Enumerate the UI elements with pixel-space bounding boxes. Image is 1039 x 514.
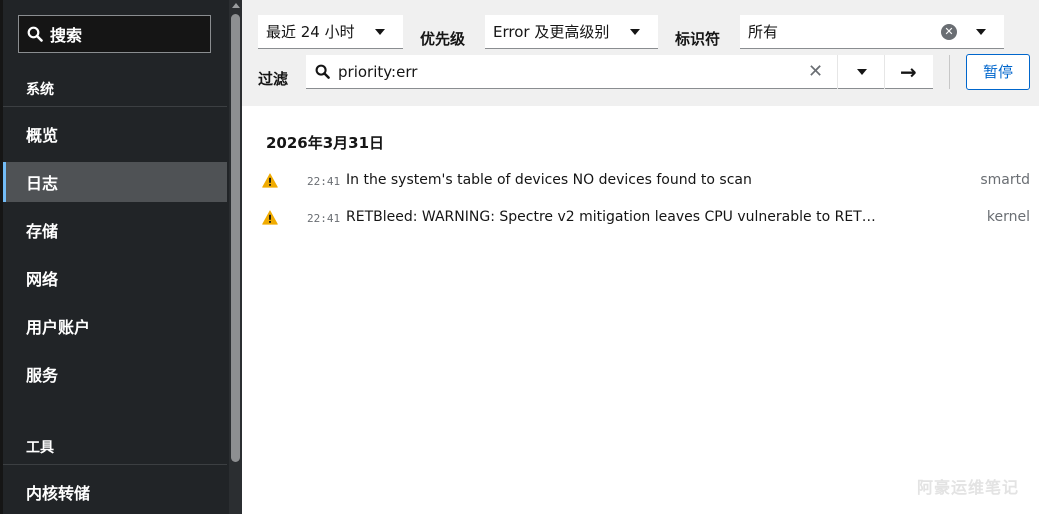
sidebar-item-storage[interactable]: 存储 bbox=[3, 210, 227, 250]
cockpit-app: 搜索 系统 概览 日志 存储 网络 用户账户 服务 工具 内核转储 最近 24 … bbox=[0, 0, 1039, 514]
priority-label: 优先级 bbox=[420, 30, 466, 48]
log-time: 22:41 bbox=[307, 212, 341, 225]
identifier-label: 标识符 bbox=[675, 30, 721, 48]
toolbar-separator bbox=[949, 55, 950, 89]
time-range-select[interactable]: 最近 24 小时 bbox=[258, 15, 403, 49]
identifier-value: 所有 bbox=[748, 23, 779, 41]
log-entry[interactable]: 22:41 RETBleed: WARNING: Spectre v2 miti… bbox=[242, 205, 1039, 231]
search-icon bbox=[27, 26, 43, 42]
search-icon bbox=[315, 64, 330, 79]
log-date-heading: 2026年3月31日 bbox=[266, 134, 385, 152]
log-message: In the system's table of devices NO devi… bbox=[346, 172, 752, 188]
scrollbar-thumb[interactable] bbox=[231, 14, 240, 462]
sidebar-search-label: 搜索 bbox=[50, 26, 83, 45]
caret-down-icon bbox=[630, 29, 640, 35]
sidebar-item-network[interactable]: 网络 bbox=[3, 258, 227, 298]
log-source: kernel bbox=[986, 209, 1030, 225]
pause-button[interactable]: 暂停 bbox=[966, 54, 1030, 90]
filter-value: priority:err bbox=[338, 63, 418, 81]
caret-down-icon bbox=[375, 29, 385, 35]
divider bbox=[837, 55, 838, 89]
watermark: 阿豪运维笔记 bbox=[916, 478, 1019, 497]
identifier-select[interactable]: 所有 ✕ bbox=[740, 15, 1004, 49]
sidebar-item-accounts[interactable]: 用户账户 bbox=[3, 306, 227, 346]
logs-toolbar: 最近 24 小时 优先级 Error 及更高级别 标识符 所有 ✕ 过滤 pri… bbox=[242, 0, 1039, 106]
divider bbox=[3, 106, 227, 107]
sidebar-scrollbar[interactable] bbox=[229, 0, 242, 514]
divider bbox=[3, 464, 227, 465]
filter-history-caret-icon[interactable] bbox=[857, 69, 867, 75]
sidebar-item-kdump[interactable]: 内核转储 bbox=[3, 472, 227, 512]
log-message: RETBleed: WARNING: Spectre v2 mitigation… bbox=[346, 209, 878, 225]
divider bbox=[884, 55, 885, 89]
log-entry[interactable]: 22:41 In the system's table of devices N… bbox=[242, 168, 1039, 194]
sidebar-item-overview[interactable]: 概览 bbox=[3, 114, 227, 154]
filter-label: 过滤 bbox=[258, 70, 289, 88]
log-source: smartd bbox=[980, 172, 1030, 188]
time-range-value: 最近 24 小时 bbox=[266, 23, 355, 41]
sidebar-search[interactable]: 搜索 bbox=[18, 15, 211, 53]
sidebar-rail bbox=[0, 0, 3, 514]
caret-down-icon[interactable] bbox=[976, 29, 986, 35]
sidebar-item-logs[interactable]: 日志 bbox=[3, 162, 227, 202]
filter-input[interactable]: priority:err ✕ → bbox=[306, 55, 933, 89]
clear-identifier-icon[interactable]: ✕ bbox=[941, 24, 957, 40]
nav-group-tools: 工具 bbox=[26, 440, 54, 456]
warning-icon bbox=[262, 210, 278, 225]
log-time: 22:41 bbox=[307, 175, 341, 188]
warning-icon bbox=[262, 173, 278, 188]
priority-select[interactable]: Error 及更高级别 bbox=[485, 15, 658, 49]
scroll-up-icon[interactable] bbox=[232, 3, 240, 8]
sidebar: 搜索 系统 概览 日志 存储 网络 用户账户 服务 工具 内核转储 bbox=[0, 0, 242, 514]
clear-filter-icon[interactable]: ✕ bbox=[808, 55, 823, 89]
nav-group-system: 系统 bbox=[26, 82, 54, 98]
sidebar-item-services[interactable]: 服务 bbox=[3, 354, 227, 394]
apply-filter-arrow-icon[interactable]: → bbox=[900, 55, 917, 89]
priority-value: Error 及更高级别 bbox=[493, 23, 610, 41]
